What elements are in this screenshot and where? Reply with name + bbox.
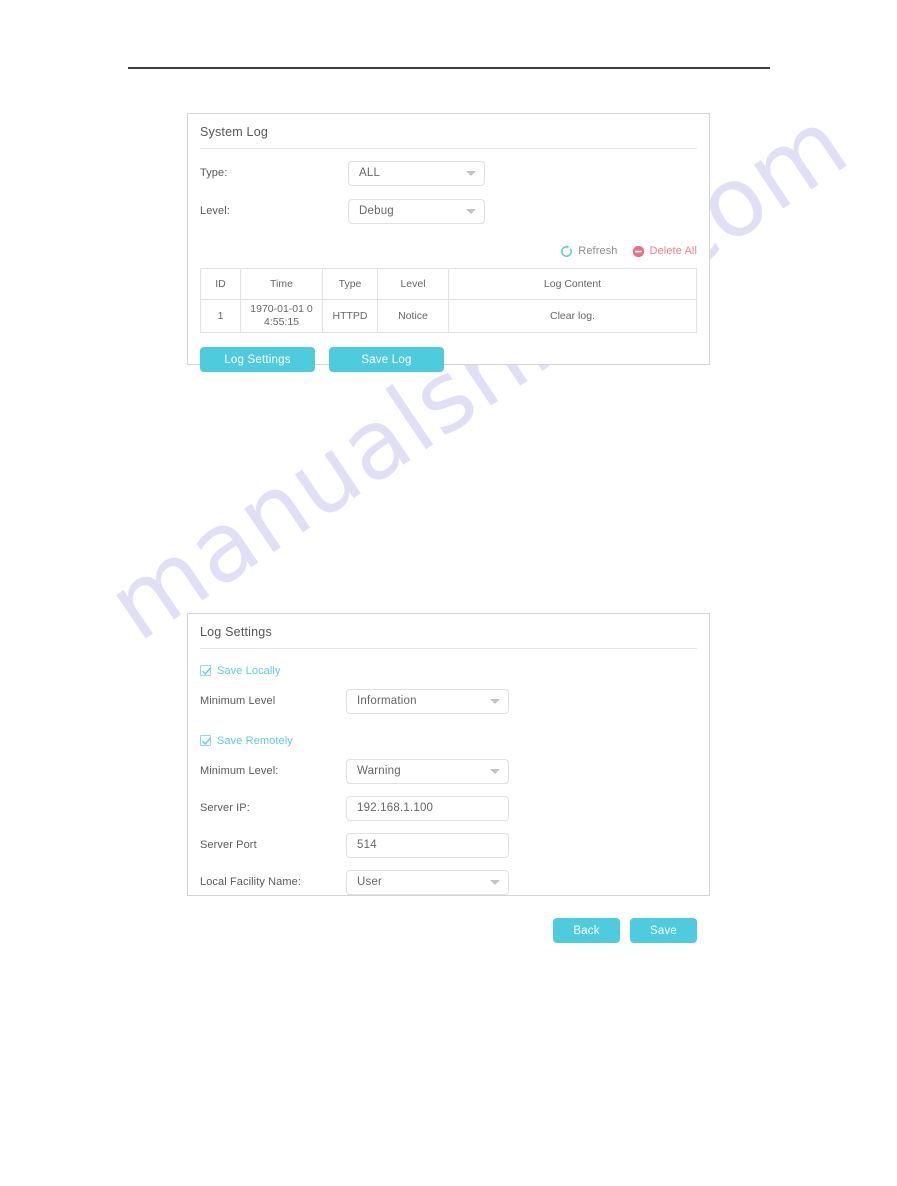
column-header-time: Time <box>240 268 323 300</box>
remote-minimum-level-row: Minimum Level: Warning <box>188 757 709 785</box>
minus-circle-icon <box>632 245 644 257</box>
delete-all-label: Delete All <box>649 245 697 257</box>
refresh-label: Refresh <box>578 245 618 257</box>
local-minimum-level-label: Minimum Level <box>200 695 276 707</box>
system-log-panel: System Log Type: ALL Level: Debug Refres… <box>187 113 710 372</box>
type-filter-row: Type: ALL <box>200 159 697 187</box>
server-port-row: Server Port 514 <box>188 831 709 859</box>
chevron-down-icon <box>466 171 476 176</box>
cell-time: 1970-01-01 0 4:55:15 <box>240 299 323 333</box>
chevron-down-icon <box>490 699 500 704</box>
delete-all-link[interactable]: Delete All <box>632 245 697 258</box>
log-settings-title: Log Settings <box>200 625 272 639</box>
chevron-down-icon <box>490 880 500 885</box>
save-button[interactable]: Save <box>630 918 697 943</box>
local-facility-name-label: Local Facility Name: <box>200 876 302 888</box>
column-header-id: ID <box>200 268 241 300</box>
remote-minimum-level-label: Minimum Level: <box>200 765 279 777</box>
log-settings-panel: Log Settings Save Locally Minimum Level … <box>187 613 710 943</box>
system-log-filters: Type: ALL Level: Debug <box>188 159 709 225</box>
type-label: Type: <box>200 167 228 179</box>
local-facility-name-row: Local Facility Name: User <box>188 868 709 896</box>
level-label: Level: <box>200 205 230 217</box>
log-settings-buttons: Back Save <box>188 918 709 943</box>
local-minimum-level-value: Information <box>357 694 417 707</box>
refresh-link[interactable]: Refresh <box>560 244 618 258</box>
chevron-down-icon <box>490 769 500 774</box>
check-icon <box>202 667 211 675</box>
checkbox-checked-icon[interactable] <box>200 735 211 746</box>
system-log-title: System Log <box>200 125 269 139</box>
column-header-level: Level <box>377 268 449 300</box>
server-port-value: 514 <box>357 838 377 851</box>
log-settings-button[interactable]: Log Settings <box>200 347 315 372</box>
system-log-buttons: Log Settings Save Log <box>188 347 709 372</box>
cell-id: 1 <box>200 299 241 333</box>
save-remotely-checkbox-row[interactable]: Save Remotely <box>188 733 709 748</box>
remote-minimum-level-select[interactable]: Warning <box>346 758 509 784</box>
cell-level: Notice <box>377 299 449 333</box>
save-log-button[interactable]: Save Log <box>329 347 444 372</box>
save-remotely-label: Save Remotely <box>217 734 293 747</box>
page-header-rule <box>128 67 770 69</box>
cell-type: HTTPD <box>322 299 378 333</box>
level-select-value: Debug <box>359 204 394 217</box>
back-button[interactable]: Back <box>553 918 620 943</box>
local-facility-name-select[interactable]: User <box>346 869 509 895</box>
cell-time-line2: 4:55:15 <box>263 316 300 328</box>
server-ip-value: 192.168.1.100 <box>357 801 434 814</box>
type-select[interactable]: ALL <box>348 160 485 186</box>
type-select-value: ALL <box>359 166 381 179</box>
local-minimum-level-row: Minimum Level Information <box>188 687 709 715</box>
server-port-input[interactable]: 514 <box>346 832 509 858</box>
cell-time-line1: 1970-01-01 0 <box>250 303 313 315</box>
server-port-label: Server Port <box>200 839 257 851</box>
save-locally-label: Save Locally <box>217 664 281 677</box>
refresh-icon <box>561 244 573 257</box>
log-settings-form: Save Locally Minimum Level Information S… <box>188 663 709 896</box>
server-ip-label: Server IP: <box>200 802 250 814</box>
table-row: 1 1970-01-01 0 4:55:15 HTTPD Notice Clea… <box>200 299 697 333</box>
log-action-links: Refresh Delete All <box>188 243 709 259</box>
column-header-type: Type <box>322 268 378 300</box>
remote-minimum-level-value: Warning <box>357 764 401 777</box>
server-ip-input[interactable]: 192.168.1.100 <box>346 795 509 821</box>
level-filter-row: Level: Debug <box>200 197 697 225</box>
checkbox-checked-icon[interactable] <box>200 665 211 676</box>
title-divider <box>200 148 697 149</box>
title-divider <box>200 648 697 649</box>
table-header-row: ID Time Type Level Log Content <box>200 268 697 300</box>
server-ip-row: Server IP: 192.168.1.100 <box>188 794 709 822</box>
save-locally-checkbox-row[interactable]: Save Locally <box>188 663 709 678</box>
local-facility-name-value: User <box>357 875 383 888</box>
local-minimum-level-select[interactable]: Information <box>346 688 509 714</box>
system-log-table: ID Time Type Level Log Content 1 1970-01… <box>200 268 697 333</box>
check-icon <box>202 737 211 745</box>
level-select[interactable]: Debug <box>348 198 485 224</box>
column-header-content: Log Content <box>448 268 697 300</box>
chevron-down-icon <box>466 209 476 214</box>
cell-content: Clear log. <box>448 299 697 333</box>
